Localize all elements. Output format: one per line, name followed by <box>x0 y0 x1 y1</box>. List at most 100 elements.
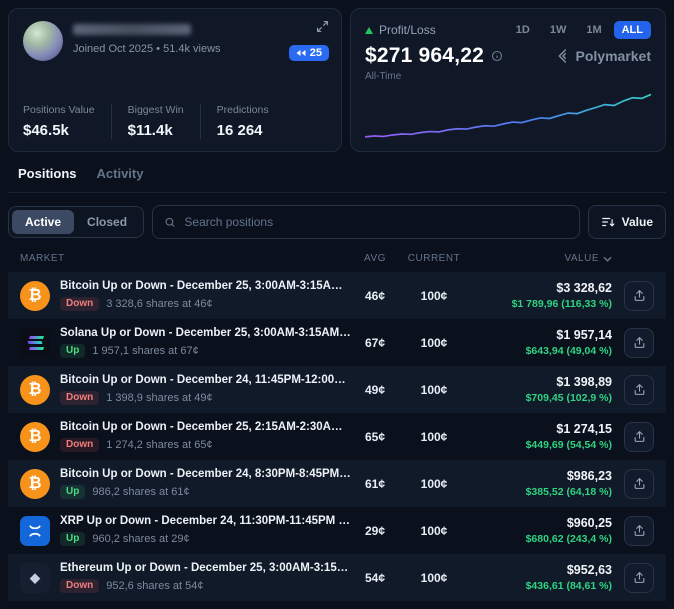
position-row[interactable]: ₿ Bitcoin Up or Down - December 24, 11:45… <box>8 366 666 413</box>
bitcoin-asset-icon: ₿ <box>20 374 50 405</box>
avg-cell: 61¢ <box>364 476 386 491</box>
pnl-cell: $436,61 (84,61 %) <box>525 580 612 592</box>
header-value-label: VALUE <box>564 253 599 264</box>
position-row[interactable]: Solana Up or Down - December 25, 3:00AM-… <box>8 319 666 366</box>
profile-stat: Predictions 16 264 <box>217 104 285 139</box>
pnl-cell: $449,69 (54,54 %) <box>525 439 612 451</box>
position-row[interactable]: ◆ Ethereum Up or Down - December 25, 3:00… <box>8 554 666 601</box>
positions-table-body: ₿ Bitcoin Up or Down - December 25, 3:00A… <box>8 272 666 601</box>
range-button-all[interactable]: ALL <box>613 21 651 39</box>
pnl-chart-svg <box>365 93 651 138</box>
direction-badge: Up <box>60 485 86 499</box>
chevron-down-icon <box>603 256 612 262</box>
search-input[interactable] <box>184 215 568 229</box>
xrp-icon <box>29 524 41 537</box>
profile-stat: Positions Value $46.5k <box>23 104 112 139</box>
bitcoin-icon: ₿ <box>28 380 42 398</box>
bitcoin-asset-icon: ₿ <box>20 421 50 452</box>
pnl-value: $271 964,22 <box>365 44 484 67</box>
pnl-cell: $385,52 (64,18 %) <box>525 486 612 498</box>
market-title[interactable]: XRP Up or Down - December 24, 11:30PM-11… <box>60 515 352 527</box>
export-button[interactable] <box>624 280 654 311</box>
position-row[interactable]: ₿ Bitcoin Up or Down - December 25, 3:00A… <box>8 272 666 319</box>
shares-text: 960,2 shares at 29¢ <box>92 533 190 545</box>
avg-cell: 54¢ <box>364 570 386 585</box>
value-button-label: Value <box>621 215 653 229</box>
shares-text: 1 957,1 shares at 67¢ <box>92 345 199 357</box>
bitcoin-icon: ₿ <box>28 474 42 492</box>
range-button-1m[interactable]: 1M <box>578 21 609 39</box>
positions-toolbar: Active Closed Value <box>8 205 666 239</box>
current-cell: 100¢ <box>420 523 448 538</box>
shares-text: 952,6 shares at 54¢ <box>106 580 204 592</box>
search-icon <box>165 217 175 227</box>
shares-text: 1 398,9 shares at 49¢ <box>106 392 213 404</box>
position-row[interactable]: ₿ Bitcoin Up or Down - December 25, 2:15A… <box>8 413 666 460</box>
direction-badge: Down <box>60 438 100 452</box>
xrp-asset-icon <box>20 515 50 546</box>
market-title[interactable]: Bitcoin Up or Down - December 24, 11:45P… <box>60 374 352 386</box>
range-button-1d[interactable]: 1D <box>508 21 538 39</box>
pnl-cell: $680,62 (243,4 %) <box>525 533 612 545</box>
header-value[interactable]: VALUE <box>470 253 612 264</box>
filter-closed-button[interactable]: Closed <box>74 210 140 234</box>
shares-text: 986,2 shares at 61¢ <box>92 486 190 498</box>
stat-label: Biggest Win <box>127 104 184 116</box>
current-cell: 100¢ <box>420 429 448 444</box>
direction-badge: Down <box>60 297 100 311</box>
value-cell: $1 398,89 <box>556 375 612 389</box>
market-title[interactable]: Bitcoin Up or Down - December 25, 3:00AM… <box>60 280 352 292</box>
avatar[interactable] <box>23 21 63 61</box>
market-title[interactable]: Ethereum Up or Down - December 25, 3:00A… <box>60 562 352 574</box>
pnl-label-row: Profit/Loss <box>365 23 436 37</box>
avg-cell: 46¢ <box>364 288 386 303</box>
position-row[interactable]: ₿ Bitcoin Up or Down - December 24, 8:30P… <box>8 460 666 507</box>
export-button[interactable] <box>624 421 654 452</box>
export-icon <box>634 290 644 301</box>
filter-active-button[interactable]: Active <box>12 210 75 234</box>
range-button-1w[interactable]: 1W <box>542 21 575 39</box>
value-sort-button[interactable]: Value <box>587 205 666 239</box>
bitcoin-asset-icon: ₿ <box>20 468 50 499</box>
tab-positions[interactable]: Positions <box>18 166 77 192</box>
market-title[interactable]: Solana Up or Down - December 25, 3:00AM-… <box>60 327 352 339</box>
pnl-period: All-Time <box>365 71 402 82</box>
stat-value: $46.5k <box>23 122 69 139</box>
market-title[interactable]: Bitcoin Up or Down - December 25, 2:15AM… <box>60 421 352 433</box>
range-buttons: 1D 1W 1M ALL <box>508 21 651 39</box>
export-button[interactable] <box>624 327 654 358</box>
market-title[interactable]: Bitcoin Up or Down - December 24, 8:30PM… <box>60 468 352 480</box>
current-cell: 100¢ <box>420 570 448 585</box>
avg-cell: 49¢ <box>364 382 386 397</box>
export-icon <box>634 384 644 395</box>
export-button[interactable] <box>624 515 654 546</box>
profile-card: 25 Joined Oct 2025 • 51.4k views Positio… <box>8 8 342 152</box>
export-button[interactable] <box>624 468 654 499</box>
current-cell: 100¢ <box>420 382 448 397</box>
position-row[interactable]: XRP Up or Down - December 24, 11:30PM-11… <box>8 507 666 554</box>
export-button[interactable] <box>624 562 654 593</box>
pnl-cell: $1 789,96 (116,33 %) <box>511 298 612 310</box>
direction-badge: Up <box>60 344 86 358</box>
pnl-label: Profit/Loss <box>379 23 436 37</box>
export-button[interactable] <box>624 374 654 405</box>
tabs: Positions Activity <box>8 152 666 193</box>
ethereum-asset-icon: ◆ <box>20 562 50 593</box>
header-market[interactable]: MARKET <box>20 253 352 264</box>
solana-asset-icon <box>20 327 50 358</box>
profile-stats: Positions Value $46.5k Biggest Win $11.4k Pr… <box>23 104 327 139</box>
header-avg[interactable]: AVG <box>352 253 398 264</box>
expand-icon[interactable] <box>316 20 329 36</box>
table-header: MARKET AVG CURRENT VALUE <box>8 245 666 272</box>
avg-cell: 65¢ <box>364 429 386 444</box>
bitcoin-icon: ₿ <box>28 286 42 304</box>
value-cell: $1 274,15 <box>556 422 612 436</box>
export-icon <box>634 431 644 442</box>
value-cell: $3 328,62 <box>556 281 612 295</box>
tab-activity[interactable]: Activity <box>97 166 144 192</box>
info-icon[interactable] <box>491 50 503 62</box>
direction-badge: Down <box>60 579 100 593</box>
boost-badge[interactable]: 25 <box>288 45 329 61</box>
header-current[interactable]: CURRENT <box>398 253 470 264</box>
profile-page: 25 Joined Oct 2025 • 51.4k views Positio… <box>0 0 674 609</box>
